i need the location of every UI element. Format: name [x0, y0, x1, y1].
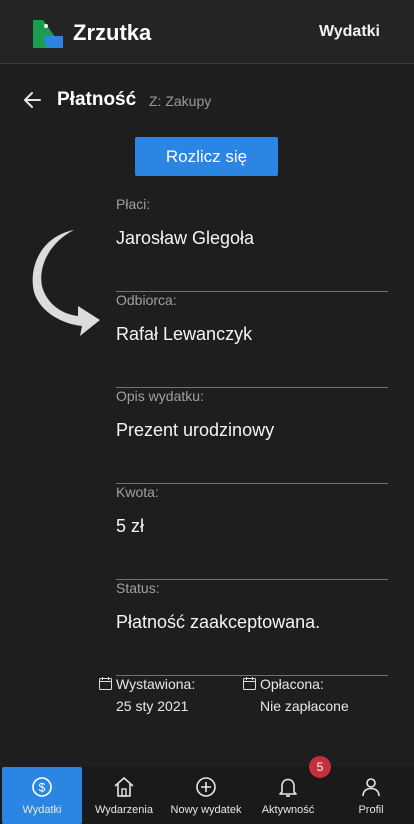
svg-text:$: $	[39, 781, 46, 795]
settle-button[interactable]: Rozlicz się	[135, 137, 278, 176]
nav-item-profil[interactable]: Profil	[330, 767, 412, 824]
nav-label-wydarzenia: Wydarzenia	[95, 804, 153, 816]
nav-item-nowy-wydatek[interactable]: Nowy wydatek	[166, 767, 246, 824]
nav-label-wydatki: Wydatki	[22, 804, 62, 816]
status-value: Płatność zaakceptowana.	[116, 612, 321, 632]
nav-label-profil: Profil	[358, 804, 384, 816]
description-field: Opis wydatku: Prezent urodzinowy	[116, 388, 388, 484]
amount-label: Kwota:	[116, 484, 159, 500]
bell-icon	[279, 778, 297, 797]
nav-label-aktywnosc: Aktywność	[261, 804, 315, 816]
recipient-field: Odbiorca: Rafał Lewanczyk	[116, 292, 388, 388]
home-icon	[114, 777, 134, 797]
description-label: Opis wydatku:	[116, 388, 204, 404]
top-bar: Zrzutka Wydatki	[0, 0, 414, 64]
payer-field: Płaci: Jarosław Glegoła	[116, 196, 388, 292]
page-subtitle: Z: Zakupy	[149, 93, 212, 109]
bottom-navigation: $ Wydatki Wydarzenia Nowy wydatek Aktywn…	[0, 767, 414, 824]
issued-value: 25 sty 2021	[116, 698, 189, 714]
description-value: Prezent urodzinowy	[116, 420, 275, 440]
paid-value: Nie zapłacone	[260, 698, 349, 714]
payer-value: Jarosław Glegoła	[116, 228, 255, 248]
nav-item-wydarzenia[interactable]: Wydarzenia	[84, 767, 164, 824]
app-title[interactable]: Zrzutka	[73, 20, 151, 46]
nav-label-nowy-wydatek: Nowy wydatek	[170, 804, 242, 816]
status-field: Status: Płatność zaakceptowana.	[116, 580, 388, 676]
calendar-icon	[99, 677, 112, 690]
curved-arrow-icon	[32, 230, 100, 336]
calendar-icon	[243, 677, 256, 690]
page-title: Płatność	[57, 89, 137, 110]
payer-label: Płaci:	[116, 196, 151, 212]
issued-label: Wystawiona:	[116, 676, 196, 692]
recipient-value: Rafał Lewanczyk	[116, 324, 253, 344]
amount-field: Kwota: 5 zł	[116, 484, 388, 580]
nav-item-wydatki[interactable]: $ Wydatki	[2, 767, 82, 824]
notification-badge: 5	[309, 756, 331, 778]
back-arrow-icon[interactable]	[22, 88, 44, 112]
amount-value: 5 zł	[116, 516, 145, 536]
dollar-circle-icon: $	[32, 777, 52, 797]
expenses-link[interactable]: Wydatki	[319, 23, 380, 41]
plus-circle-icon	[196, 777, 216, 797]
zrzutka-logo-icon[interactable]	[33, 20, 63, 48]
recipient-label: Odbiorca:	[116, 292, 177, 308]
status-label: Status:	[116, 580, 160, 596]
paid-label: Opłacona:	[260, 676, 324, 692]
user-icon	[362, 778, 380, 797]
